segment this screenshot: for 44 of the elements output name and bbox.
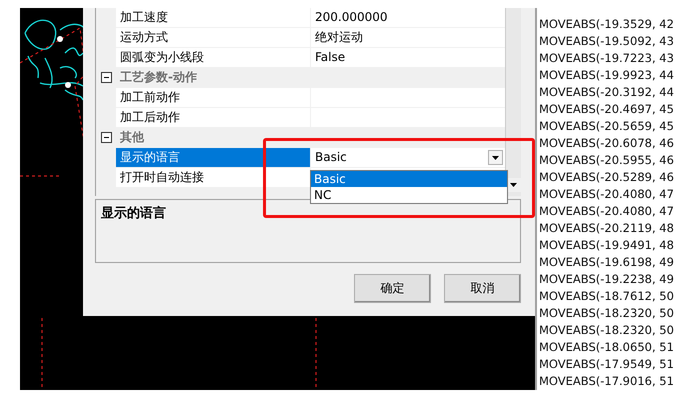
output-line: MOVEABS(-17.9549, 51 [539,356,675,373]
property-name[interactable]: 加工速度 [116,8,311,27]
output-line: MOVEABS(-20.5659, 45 [539,118,675,135]
output-line: MOVEABS(-19.9923, 44 [539,67,675,84]
collapse-icon[interactable] [100,132,112,143]
cancel-button[interactable]: 取消 [444,274,521,303]
dropdown-option[interactable]: NC [311,187,507,203]
output-line: MOVEABS(-19.7223, 43 [539,50,675,67]
dashed-line [315,318,317,390]
output-line: MOVEABS(-20.4080, 47 [539,186,675,203]
output-line: MOVEABS(-20.5955, 46 [539,152,675,169]
collapse-icon[interactable] [100,72,112,83]
output-line: MOVEABS(-18.7612, 50 [539,288,675,305]
description-title: 显示的语言 [101,206,166,221]
property-value[interactable]: 200.000000 [311,8,505,27]
output-line: MOVEABS(-18.0650, 51 [539,339,675,356]
output-line: MOVEABS(-20.3192, 44 [539,84,675,101]
output-line: MOVEABS(-18.2320, 50 [539,305,675,322]
scroll-down-icon[interactable] [510,183,517,187]
dashed-line [41,318,43,390]
property-value[interactable]: 绝对运动 [311,28,505,47]
property-name[interactable]: 加工后动作 [116,108,311,127]
output-line: MOVEABS(-19.2238, 49 [539,271,675,288]
output-line: MOVEABS(-20.2119, 48 [539,220,675,237]
output-line: MOVEABS(-18.2320, 50 [539,322,675,339]
scrollbar[interactable] [505,8,521,196]
dropdown-option[interactable]: Basic [311,171,507,187]
property-name[interactable]: 运动方式 [116,28,311,47]
output-line: MOVEABS(-19.3529, 42 [539,16,675,33]
output-line: MOVEABS(-19.6198, 49 [539,254,675,271]
output-line: MOVEABS(-20.6078, 46 [539,135,675,152]
output-line: MOVEABS(-20.5289, 46 [539,169,675,186]
property-name[interactable]: 显示的语言 [116,148,311,167]
output-line: MOVEABS(-20.4697, 45 [539,101,675,118]
output-line: MOVEABS(-19.5092, 43 [539,33,675,50]
output-line: MOVEABS(-20.4080, 47 [539,203,675,220]
property-name[interactable]: 加工前动作 [116,88,311,107]
dropdown-arrow-icon[interactable] [492,156,499,160]
property-name[interactable]: 圆弧变为小线段 [116,48,311,67]
output-line: MOVEABS(-19.9491, 48 [539,237,675,254]
ok-button[interactable]: 确定 [354,274,431,303]
output-line: MOVEABS(-17.9016, 51 [539,373,675,390]
property-value[interactable]: False [311,48,505,67]
property-name[interactable]: 打开时自动连接 [116,168,311,187]
